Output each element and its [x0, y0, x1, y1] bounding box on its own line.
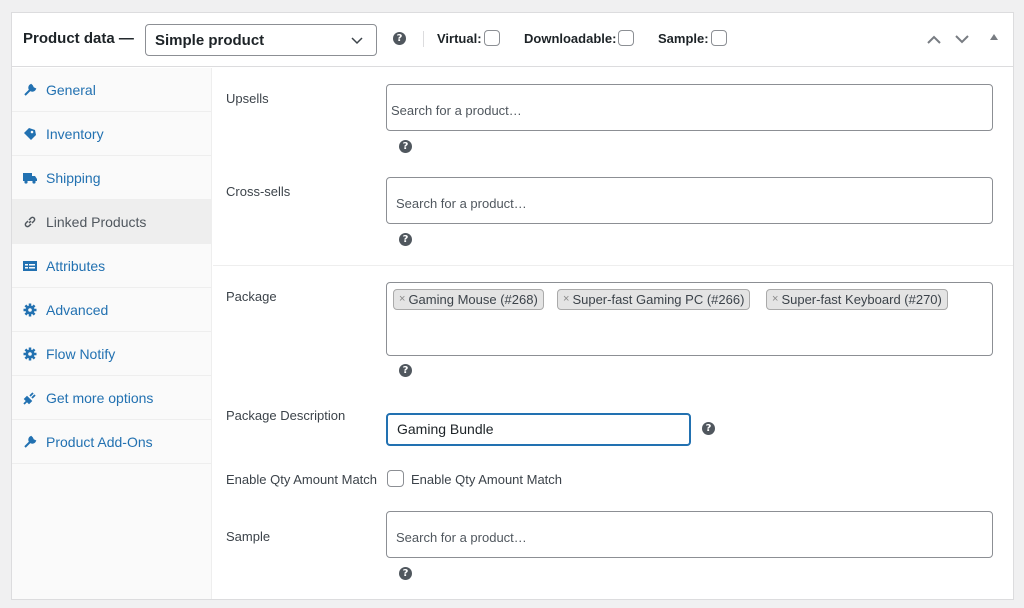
virtual-checkbox[interactable] [483, 30, 500, 46]
tab-label: Linked Products [46, 213, 147, 230]
sample-checkbox[interactable] [710, 30, 727, 46]
package-tag: × Super-fast Keyboard (#270) [766, 289, 948, 310]
package-search-input[interactable]: × Gaming Mouse (#268) × Super-fast Gamin… [386, 282, 993, 356]
help-icon[interactable]: ? [702, 422, 715, 435]
tab-product-add-ons[interactable]: Product Add-Ons [12, 420, 212, 464]
remove-tag-icon[interactable]: × [399, 290, 405, 309]
tag-label: Super-fast Keyboard (#270) [781, 292, 942, 307]
package-label: Package [226, 289, 277, 304]
remove-tag-icon[interactable]: × [772, 290, 778, 309]
tab-advanced[interactable]: Advanced [12, 288, 212, 332]
crosssells-search-input[interactable]: Search for a product… [386, 177, 993, 224]
tag-label: Super-fast Gaming PC (#266) [572, 292, 745, 307]
upsells-label: Upsells [226, 91, 269, 106]
tab-inventory[interactable]: Inventory [12, 112, 212, 156]
downloadable-checkbox[interactable] [618, 30, 635, 46]
package-description-input[interactable]: Gaming Bundle [386, 413, 691, 446]
panel-header: Product data — Simple product ? Virtual:… [12, 13, 1013, 67]
tab-general[interactable]: General [12, 68, 212, 112]
tab-label: Shipping [46, 169, 101, 186]
help-icon[interactable]: ? [393, 32, 406, 45]
move-down-icon[interactable] [954, 33, 970, 45]
group-divider [213, 265, 1013, 266]
help-icon[interactable]: ? [399, 364, 412, 377]
wrench-icon [23, 435, 37, 449]
tab-flow-notify[interactable]: Flow Notify [12, 332, 212, 376]
crosssells-placeholder: Search for a product… [396, 196, 527, 211]
wrench-icon [23, 83, 37, 97]
tab-shipping[interactable]: Shipping [12, 156, 212, 200]
product-type-value: Simple product [155, 32, 265, 49]
move-up-icon[interactable] [926, 33, 942, 45]
tab-label: Get more options [46, 389, 154, 406]
downloadable-option[interactable]: Downloadable: [524, 30, 635, 46]
remove-tag-icon[interactable]: × [563, 290, 569, 309]
tab-label: Product Add-Ons [46, 433, 153, 450]
help-icon[interactable]: ? [399, 233, 412, 246]
help-icon[interactable]: ? [399, 567, 412, 580]
tag-icon [23, 127, 37, 141]
tab-label: Attributes [46, 257, 106, 274]
package-tag: × Super-fast Gaming PC (#266) [557, 289, 751, 310]
qty-match-checkbox-label[interactable]: Enable Qty Amount Match [411, 472, 562, 487]
link-icon [23, 215, 37, 229]
virtual-option[interactable]: Virtual: [437, 30, 500, 46]
product-data-panel: Product data — Simple product ? Virtual:… [11, 12, 1014, 600]
sample-label: Sample: [658, 30, 709, 46]
product-data-tabs: General Inventory Shipping Linked Produc… [12, 68, 212, 599]
tab-label: Flow Notify [46, 345, 116, 362]
sample-placeholder: Search for a product… [396, 530, 527, 545]
help-icon[interactable]: ? [399, 140, 412, 153]
tab-label: General [46, 81, 96, 98]
package-description-label: Package Description [226, 408, 346, 423]
tab-get-more-options[interactable]: Get more options [12, 376, 212, 420]
qty-match-label: Enable Qty Amount Match [226, 472, 378, 487]
gear-icon [23, 303, 37, 317]
list-card-icon [23, 259, 37, 273]
upsells-placeholder: Search for a product… [391, 103, 522, 118]
upsells-search-input[interactable]: Search for a product… [386, 84, 993, 131]
qty-match-checkbox[interactable] [387, 470, 404, 487]
tab-label: Advanced [46, 301, 109, 318]
product-type-select[interactable]: Simple product [145, 24, 377, 56]
chevron-down-icon [351, 37, 363, 45]
collapse-toggle-icon[interactable] [990, 34, 998, 40]
downloadable-label: Downloadable: [524, 30, 617, 46]
sample-search-input[interactable]: Search for a product… [386, 511, 993, 558]
sample-field-label: Sample [226, 529, 271, 544]
plugin-icon [23, 391, 37, 405]
package-tag: × Gaming Mouse (#268) [393, 289, 544, 310]
gear-icon [23, 347, 37, 361]
sample-option[interactable]: Sample: [658, 30, 727, 46]
crosssells-label: Cross-sells [226, 184, 291, 199]
tag-label: Gaming Mouse (#268) [408, 292, 538, 307]
tab-label: Inventory [46, 125, 104, 142]
tab-linked-products[interactable]: Linked Products [12, 200, 212, 244]
linked-products-panel: Upsells Search for a product… ? Cross-se… [213, 68, 1013, 599]
virtual-label: Virtual: [437, 30, 482, 46]
header-divider [423, 31, 424, 47]
panel-title: Product data — [23, 30, 134, 47]
tab-attributes[interactable]: Attributes [12, 244, 212, 288]
truck-icon [23, 171, 37, 185]
